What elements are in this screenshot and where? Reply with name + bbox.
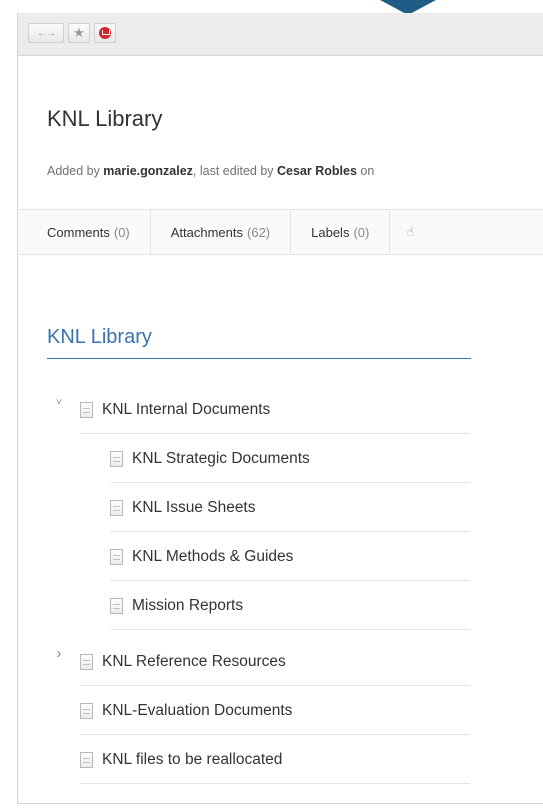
tree-divider — [110, 482, 470, 483]
page-tabs: Comments (0) Attachments (62) Labels (0) ☝ — [18, 209, 543, 255]
tree-item[interactable]: KNL Internal Documents — [80, 397, 270, 423]
chevron-right-icon[interactable]: › — [53, 645, 65, 662]
tab-labels-label: Labels — [311, 224, 350, 240]
tree-divider — [110, 531, 470, 532]
browser-window: ←→ ★ KNL Library Added by marie.gonzalez… — [17, 13, 543, 804]
page-title: KNL Library — [47, 106, 163, 131]
document-icon — [110, 451, 123, 467]
document-icon — [80, 402, 93, 418]
tree-divider — [110, 580, 470, 581]
tree-item-label: Mission Reports — [132, 597, 244, 614]
tree-item-label: KNL Reference Resources — [102, 653, 286, 670]
tree-item[interactable]: Mission Reports — [110, 593, 243, 619]
byline-prefix: Added by — [47, 164, 104, 178]
tree-item[interactable]: KNL-Evaluation Documents — [80, 698, 292, 724]
tab-attachments[interactable]: Attachments (62) — [151, 210, 292, 254]
tree-item[interactable]: KNL Issue Sheets — [110, 495, 256, 521]
tab-attachments-count: (62) — [247, 224, 271, 240]
mail-icon[interactable] — [94, 23, 116, 43]
library-heading[interactable]: KNL Library — [47, 326, 471, 359]
tab-attachments-label: Attachments — [170, 224, 244, 240]
tab-labels[interactable]: Labels (0) — [291, 210, 391, 254]
document-icon — [110, 598, 123, 614]
tree-item[interactable]: KNL Strategic Documents — [110, 446, 310, 472]
document-icon — [80, 654, 93, 670]
tree-item-label: KNL files to be reallocated — [102, 751, 283, 768]
tree-item[interactable]: KNL files to be reallocated — [80, 747, 282, 773]
tab-comments-label: Comments — [47, 224, 110, 240]
back-forward-icon[interactable]: ←→ — [28, 23, 64, 43]
byline-middle: , last edited by — [192, 164, 277, 178]
document-icon — [80, 752, 93, 768]
tree-item-label: KNL Internal Documents — [102, 401, 271, 418]
tree-divider — [80, 734, 470, 735]
star-icon[interactable]: ★ — [68, 23, 90, 43]
document-icon — [110, 549, 123, 565]
tree-divider — [80, 783, 470, 784]
tree-item-label: KNL Methods & Guides — [132, 548, 294, 565]
tab-comments-count: (0) — [113, 224, 130, 240]
tree-item-label: KNL Issue Sheets — [132, 499, 256, 516]
tree-item[interactable]: KNL Reference Resources — [80, 649, 286, 675]
byline-suffix: on — [356, 164, 375, 178]
tab-labels-count: (0) — [353, 224, 370, 240]
chevron-down-icon[interactable]: ˅ — [53, 397, 65, 408]
mail-glyph — [99, 27, 111, 39]
tab-comments[interactable]: Comments (0) — [18, 210, 151, 254]
tree-item[interactable]: KNL Methods & Guides — [110, 544, 293, 570]
tree-divider — [110, 629, 470, 630]
tree-divider — [80, 685, 470, 686]
document-icon — [110, 500, 123, 516]
editor-link[interactable]: Cesar Robles — [277, 164, 357, 178]
tree-item-label: KNL-Evaluation Documents — [102, 702, 293, 719]
page-byline: Added by marie.gonzalez, last edited by … — [47, 164, 374, 178]
author-link[interactable]: marie.gonzalez — [103, 164, 193, 178]
tree-divider — [80, 433, 470, 434]
document-icon — [80, 703, 93, 719]
like-icon[interactable]: ☝ — [390, 210, 430, 254]
tree-item-label: KNL Strategic Documents — [132, 450, 310, 467]
browser-toolbar: ←→ ★ — [18, 13, 543, 56]
